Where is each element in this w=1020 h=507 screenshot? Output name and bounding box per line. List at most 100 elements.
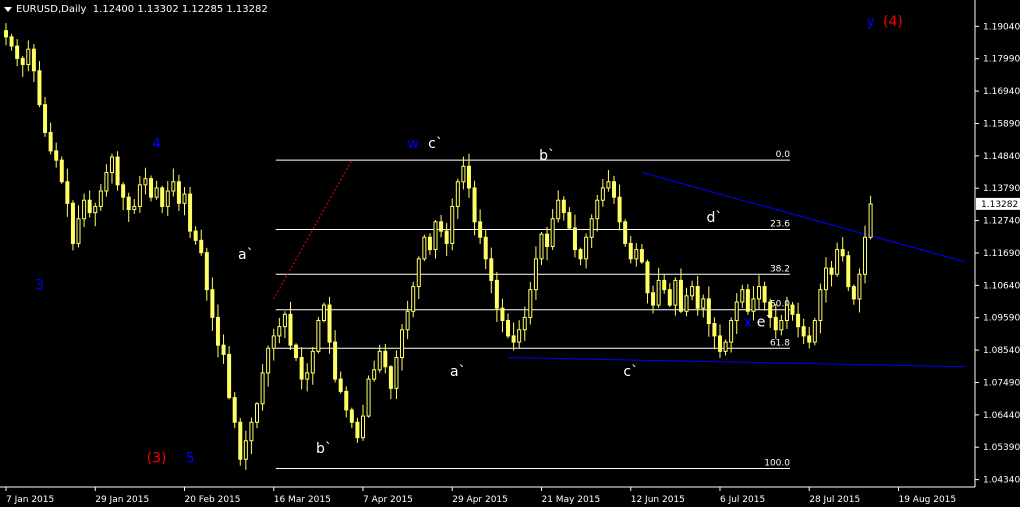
- x-tick-label: 16 Mar 2015: [274, 495, 331, 505]
- candle-body-down: [840, 249, 845, 257]
- wave-label: e`: [757, 315, 773, 331]
- candle-body-down: [149, 178, 154, 198]
- candle-body-down: [232, 397, 237, 423]
- y-tick-label: 1.06440: [983, 411, 1020, 421]
- candle-body-down: [612, 181, 617, 198]
- candle-body-down: [43, 104, 48, 133]
- candle-body-down: [645, 261, 650, 294]
- candle-body-down: [294, 344, 299, 358]
- y-tick-label: 1.12740: [983, 217, 1020, 227]
- candle-body-up: [729, 320, 734, 343]
- candle-body-down: [238, 421, 243, 460]
- candle-body-down: [383, 350, 388, 368]
- price-chart[interactable]: 0.023.638.250.061.8100.0 y (4)43(3) 5w c`b`…: [0, 0, 1020, 507]
- candle-body-up: [533, 258, 538, 291]
- wave-label: 3: [35, 278, 44, 294]
- y-tick-label: 1.05390: [983, 443, 1020, 453]
- candle-body-up: [377, 350, 382, 371]
- candle-body-down: [545, 233, 550, 248]
- wave-label: 5: [186, 450, 195, 466]
- candle-body-down: [500, 307, 505, 321]
- candle-body-down: [561, 199, 566, 214]
- candle-body-up: [260, 372, 265, 405]
- candle-body-up: [93, 205, 98, 214]
- candle-body-up: [405, 310, 410, 331]
- y-tick-label: 1.08540: [983, 346, 1020, 356]
- candle-body-up: [104, 172, 109, 192]
- candle-body-up: [823, 267, 828, 291]
- candle-body-down: [299, 357, 304, 380]
- candle-body-up: [165, 190, 170, 207]
- candle-body-down: [160, 187, 165, 207]
- y-tick-label: 1.19040: [983, 22, 1020, 32]
- candle-body-down: [126, 196, 131, 211]
- wave-label: b`: [316, 441, 332, 457]
- candle-body-down: [221, 344, 226, 355]
- fib-level-label: 100.0: [764, 459, 790, 469]
- chart-header: EURUSD,Daily 1.12400 1.13302 1.12285 1.1…: [4, 4, 268, 15]
- candle-body-up: [606, 181, 611, 189]
- candle-body-up: [277, 326, 282, 337]
- candle-body-up: [98, 190, 103, 207]
- candle-body-up: [857, 273, 862, 300]
- dropdown-icon[interactable]: [4, 6, 12, 12]
- candle-body-down: [199, 239, 204, 254]
- candle-body-down: [790, 304, 795, 315]
- candle-body-down: [327, 304, 332, 343]
- wave-label: b`: [539, 148, 555, 164]
- candle-body-down: [31, 48, 36, 72]
- candle-body-up: [360, 415, 365, 439]
- candle-body-up: [734, 301, 739, 321]
- candle-body-up: [400, 329, 405, 358]
- candle-body-down: [762, 286, 767, 303]
- candle-body-down: [617, 196, 622, 223]
- candle-body-up: [154, 187, 159, 198]
- candle-body-down: [54, 150, 59, 161]
- candle-body-up: [701, 298, 706, 309]
- symbol-label: EURUSD,Daily: [16, 4, 87, 15]
- candle-body-down: [695, 286, 700, 309]
- candle-body-up: [433, 221, 438, 251]
- candle-body-up: [76, 218, 81, 244]
- candle-body-down: [628, 242, 633, 260]
- candle-body-up: [539, 233, 544, 260]
- candle-body-up: [584, 236, 589, 260]
- y-tick-label: 1.16940: [983, 87, 1020, 97]
- candle-body-down: [494, 279, 499, 309]
- x-tick-label: 21 May 2015: [541, 495, 600, 505]
- candle-body-up: [863, 236, 868, 275]
- candle-body-up: [143, 178, 148, 186]
- wave-label: c`: [428, 136, 443, 152]
- candle-body-down: [712, 323, 717, 337]
- candle-body-down: [176, 181, 181, 204]
- x-tick-label: 7 Jan 2015: [6, 495, 54, 505]
- candle-body-up: [305, 372, 310, 380]
- candle-body-up: [171, 181, 176, 192]
- candle-body-down: [489, 258, 494, 281]
- wave-label: c`: [623, 364, 638, 380]
- candle-body-up: [422, 236, 427, 260]
- candle-body-down: [651, 292, 656, 306]
- candle-body-down: [829, 267, 834, 275]
- x-tick-label: 28 Jul 2015: [809, 495, 860, 505]
- candle-body-down: [59, 159, 64, 183]
- y-tick-label: 1.17990: [983, 55, 1020, 65]
- candle-body-up: [634, 249, 639, 260]
- wave-label: a`: [238, 247, 254, 263]
- candle-body-down: [87, 199, 92, 214]
- candle-body-down: [717, 335, 722, 352]
- candle-body-down: [444, 230, 449, 244]
- x-tick-label: 19 Aug 2015: [898, 495, 956, 505]
- candle-body-down: [511, 335, 516, 343]
- candle-body-down: [662, 279, 667, 291]
- candle-body-down: [344, 390, 349, 411]
- y-tick-label: 1.15890: [983, 119, 1020, 129]
- candle-body-up: [818, 289, 823, 321]
- candle-body-down: [801, 326, 806, 337]
- y-tick-label: 1.04340: [983, 476, 1020, 486]
- candle-body-up: [784, 304, 789, 322]
- wave-label: 4: [152, 136, 161, 152]
- candle-body-down: [667, 289, 672, 306]
- candle-body-up: [366, 378, 371, 417]
- candle-body-up: [310, 350, 315, 374]
